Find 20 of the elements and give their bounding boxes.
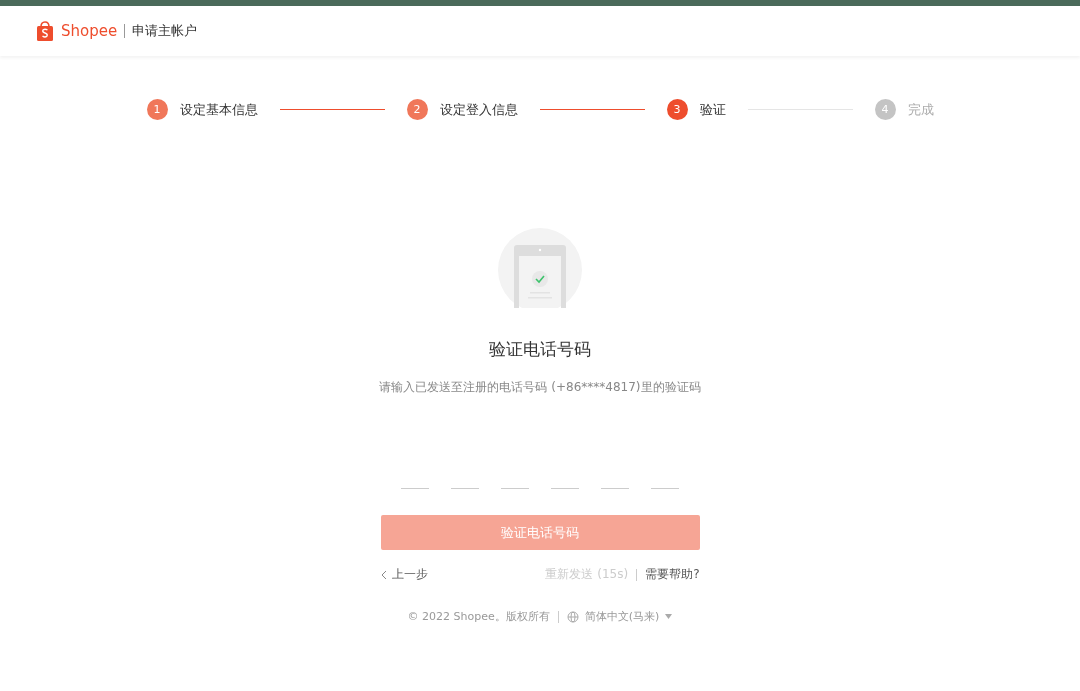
step-label: 完成: [907, 100, 934, 119]
language-selector[interactable]: 简体中文(马来): [566, 609, 673, 624]
logo-text: Shopee: [61, 22, 118, 40]
step-number: 1: [146, 99, 168, 120]
step-label: 设定基本信息: [179, 100, 258, 119]
step-number: 2: [406, 99, 428, 120]
verify-title: 验证电话号码: [489, 338, 591, 361]
caret-down-icon: [665, 614, 673, 619]
step-label: 设定登入信息: [439, 100, 518, 119]
globe-icon: [566, 610, 579, 623]
step-label: 验证: [699, 100, 726, 119]
page-title: 申请主帐户: [132, 22, 198, 40]
step-number: 3: [666, 99, 688, 120]
verify-description: 请输入已发送至注册的电话号码 (+86****4817)里的验证码: [379, 379, 701, 396]
chevron-left-icon: [380, 569, 387, 580]
copyright-text: © 2022 Shopee。版权所有: [407, 609, 550, 624]
shopping-bag-icon: [36, 20, 54, 42]
back-link[interactable]: 上一步: [380, 566, 428, 583]
help-link[interactable]: 需要帮助?: [645, 566, 700, 583]
step-number: 4: [874, 99, 896, 120]
